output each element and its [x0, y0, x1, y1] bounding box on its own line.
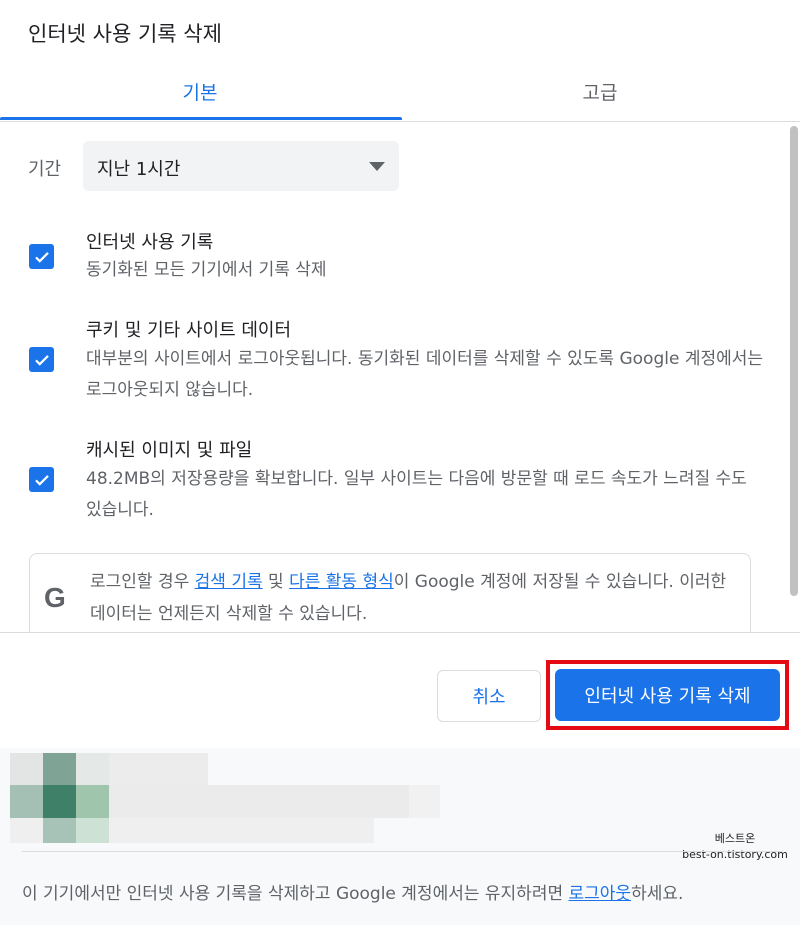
dropdown-caret-icon: [369, 162, 385, 171]
tab-bar: 기본 고급: [0, 60, 800, 122]
google-g-icon: G: [44, 582, 66, 613]
notice-prefix: 로그인할 경우: [90, 572, 195, 592]
period-select[interactable]: 지난 1시간: [83, 141, 399, 191]
cancel-button[interactable]: 취소: [437, 670, 541, 722]
checkbox-browsing-history[interactable]: [29, 244, 54, 269]
clear-data-button[interactable]: 인터넷 사용 기록 삭제: [555, 669, 780, 721]
checkmark-icon: [34, 474, 49, 486]
blurred-account-info: [10, 753, 440, 843]
google-notice-text: 로그인할 경우 검색 기록 및 다른 활동 형식이 Google 계정에 저장될…: [90, 566, 730, 630]
footer-text: 이 기기에서만 인터넷 사용 기록을 삭제하고 Google 계정에서는 유지하…: [22, 879, 683, 904]
option-cookies: 쿠키 및 기타 사이트 데이터 대부분의 사이트에서 로그아웃됩니다. 동기화된…: [0, 312, 790, 412]
footer-text-suffix: 하세요.: [631, 884, 684, 904]
option-title: 쿠키 및 기타 사이트 데이터: [86, 320, 292, 341]
watermark-line2: best-on.tistory.com: [682, 848, 788, 861]
search-history-link[interactable]: 검색 기록: [195, 572, 263, 592]
watermark: 베스트온 best-on.tistory.com: [680, 831, 790, 863]
period-value: 지난 1시간: [97, 159, 181, 180]
option-title: 캐시된 이미지 및 파일: [86, 440, 253, 461]
option-desc: 동기화된 모든 기기에서 기록 삭제: [86, 260, 327, 280]
option-desc: 대부분의 사이트에서 로그아웃됩니다. 동기화된 데이터를 삭제할 수 있도록 …: [86, 349, 764, 400]
account-footer: 베스트온 best-on.tistory.com 이 기기에서만 인터넷 사용 …: [0, 748, 800, 925]
option-title: 인터넷 사용 기록: [86, 232, 214, 253]
tab-basic[interactable]: 기본: [0, 60, 400, 122]
content-scrollbar[interactable]: [788, 122, 800, 632]
footer-divider: [22, 851, 782, 852]
footer-text-prefix: 이 기기에서만 인터넷 사용 기록을 삭제하고 Google 계정에서는 유지하…: [22, 884, 569, 904]
checkbox-cookies[interactable]: [29, 347, 54, 372]
google-account-notice: G 로그인할 경우 검색 기록 및 다른 활동 형식이 Google 계정에 저…: [29, 553, 751, 632]
period-label: 기간: [28, 159, 62, 180]
watermark-line1: 베스트온: [714, 832, 756, 845]
sign-out-link[interactable]: 로그아웃: [569, 884, 632, 904]
dialog-content: 기간 지난 1시간 인터넷 사용 기록 동기화된 모든 기기에서 기록 삭제 쿠…: [0, 122, 800, 632]
checkbox-cache[interactable]: [29, 467, 54, 492]
option-desc: 48.2MB의 저장용량을 확보합니다. 일부 사이트는 다음에 방문할 때 로…: [86, 469, 747, 520]
option-browsing-history: 인터넷 사용 기록 동기화된 모든 기기에서 기록 삭제: [0, 222, 790, 292]
option-cache: 캐시된 이미지 및 파일 48.2MB의 저장용량을 확보합니다. 일부 사이트…: [0, 432, 790, 532]
checkmark-icon: [34, 251, 49, 263]
other-activity-link[interactable]: 다른 활동 형식: [289, 572, 394, 592]
active-tab-indicator: [0, 117, 402, 120]
notice-middle: 및: [262, 572, 290, 592]
scrollbar-thumb[interactable]: [790, 126, 798, 596]
dialog-title: 인터넷 사용 기록 삭제: [28, 22, 222, 46]
checkmark-icon: [34, 354, 49, 366]
dialog-divider: [0, 632, 800, 633]
tab-advanced[interactable]: 고급: [400, 60, 800, 122]
